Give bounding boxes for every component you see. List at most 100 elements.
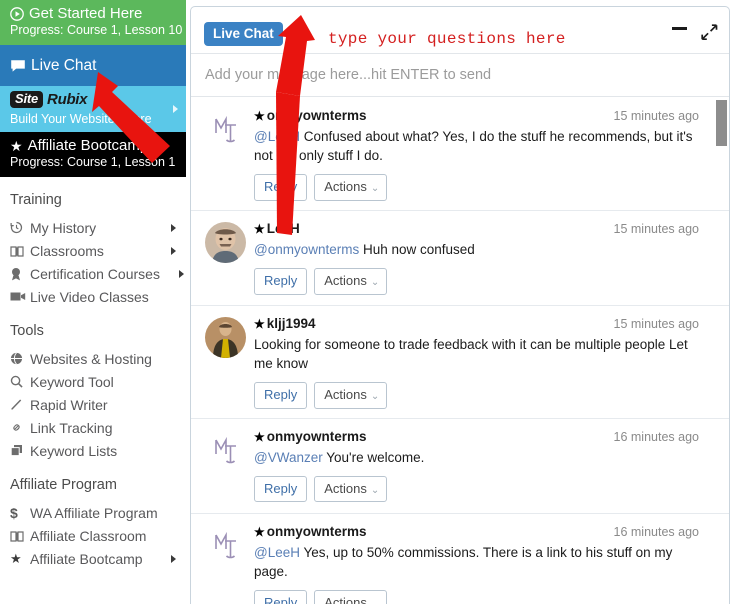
app-root: Get Started Here Progress: Course 1, Les… bbox=[0, 0, 733, 607]
chat-message-body: ★ kljj1994 15 minutes ago Looking for som… bbox=[254, 316, 699, 409]
reply-button[interactable]: Reply bbox=[254, 268, 308, 295]
pencil-icon bbox=[10, 398, 30, 411]
get-started-title: Get Started Here bbox=[29, 5, 143, 22]
annotation-note-text: type your questions here bbox=[328, 30, 566, 48]
dollar-sign-icon: $ bbox=[10, 504, 18, 521]
chat-message-text: Looking for someone to trade feedback wi… bbox=[254, 336, 688, 372]
chat-message-actions: Reply Actions⌄ bbox=[254, 475, 699, 503]
reply-button[interactable]: Reply bbox=[254, 590, 308, 604]
star-icon: ★ bbox=[254, 109, 265, 123]
chat-message-timestamp: 15 minutes ago bbox=[613, 221, 699, 236]
chevron-down-icon: ⌄ bbox=[371, 599, 379, 604]
avatar[interactable] bbox=[205, 524, 246, 566]
actions-button[interactable]: Actions⌄ bbox=[314, 475, 388, 503]
avatar[interactable] bbox=[205, 109, 246, 150]
bootcamp-progress: Progress: Course 1, Lesson 1 bbox=[10, 155, 176, 170]
sidebar-item-label: Websites & Hosting bbox=[30, 350, 152, 367]
chevron-down-icon: ⌄ bbox=[370, 391, 380, 403]
sidebar-item-wa-affiliate-program[interactable]: $ WA Affiliate Program bbox=[10, 501, 186, 524]
chat-message-body: ★ onmyownterms 15 minutes ago @LeeH Confu… bbox=[254, 108, 699, 201]
chat-message-actions: Reply Actions⌄ bbox=[254, 382, 699, 409]
chat-message-header: ★ onmyownterms 16 minutes ago bbox=[254, 524, 699, 539]
sidebar-item-keyword-lists[interactable]: Keyword Lists bbox=[10, 439, 186, 462]
avatar[interactable] bbox=[205, 429, 246, 471]
sidebar-item-affiliate-classroom[interactable]: Affiliate Classroom bbox=[10, 524, 186, 547]
nav-heading-training: Training bbox=[10, 192, 62, 208]
chat-message: ★ onmyownterms 16 minutes ago @LeeH Yes, … bbox=[191, 514, 729, 604]
star-icon: ★ bbox=[254, 524, 265, 539]
mention-link[interactable]: @onmyownterms bbox=[254, 242, 359, 257]
award-ribbon-icon bbox=[10, 267, 30, 281]
reply-button[interactable]: Reply bbox=[254, 382, 308, 409]
avatar[interactable] bbox=[205, 221, 246, 263]
expand-arrows-icon[interactable] bbox=[700, 23, 718, 41]
mention-link[interactable]: @LeeH bbox=[254, 545, 300, 560]
chat-message-header: ★ onmyownterms 16 minutes ago bbox=[254, 429, 699, 444]
siterubix-subtitle: Build Your Websites Here bbox=[10, 112, 152, 126]
sidebar-item-classrooms[interactable]: Classrooms bbox=[10, 239, 186, 262]
chevron-right-icon bbox=[179, 269, 184, 278]
open-book-icon bbox=[10, 245, 30, 257]
sidebar-item-live-video-classes[interactable]: Live Video Classes bbox=[10, 285, 186, 308]
chat-message-list[interactable]: ★ onmyownterms 15 minutes ago @LeeH Confu… bbox=[191, 98, 729, 604]
sidebar-item-label: WA Affiliate Program bbox=[30, 504, 158, 521]
chat-message-username[interactable]: ★ onmyownterms bbox=[254, 108, 367, 123]
chevron-right-icon bbox=[171, 246, 176, 255]
sidebar-item-label: Link Tracking bbox=[30, 419, 113, 436]
nav-group-training: Training My History Classrooms Certifica… bbox=[0, 192, 186, 308]
mention-link[interactable]: @VWanzer bbox=[254, 450, 323, 465]
nav-group-tools: Tools Websites & Hosting Keyword Tool Ra… bbox=[0, 323, 186, 462]
sidebar-item-affiliate-bootcamp[interactable]: ★ Affiliate Bootcamp bbox=[10, 547, 186, 570]
mention-link[interactable]: @LeeH bbox=[254, 129, 300, 144]
history-clock-icon bbox=[10, 221, 30, 234]
siterubix-logo: Site Rubix bbox=[10, 90, 176, 109]
chat-bubble-icon bbox=[10, 59, 26, 73]
sidebar-item-certification-courses[interactable]: Certification Courses bbox=[10, 262, 186, 285]
reply-button[interactable]: Reply bbox=[254, 174, 308, 201]
sidebar-item-label: Certification Courses bbox=[30, 265, 160, 282]
chat-message: ★ onmyownterms 16 minutes ago @VWanzer Yo… bbox=[191, 419, 729, 514]
sidebar-item-link-tracking[interactable]: Link Tracking bbox=[10, 416, 186, 439]
sidebar-item-label: Affiliate Classroom bbox=[30, 527, 147, 544]
chat-message-timestamp: 16 minutes ago bbox=[613, 524, 699, 539]
sidebar-item-my-history[interactable]: My History bbox=[10, 216, 186, 239]
actions-button[interactable]: Actions⌄ bbox=[314, 590, 388, 604]
chat-message-username[interactable]: ★ onmyownterms bbox=[254, 429, 367, 444]
sidebar-banner-siterubix[interactable]: Site Rubix Build Your Websites Here bbox=[0, 86, 186, 132]
link-chain-icon bbox=[10, 421, 30, 434]
chat-message-username[interactable]: ★ LeeH bbox=[254, 221, 300, 236]
chat-message-username[interactable]: ★ kljj1994 bbox=[254, 316, 316, 331]
chat-input-row[interactable] bbox=[191, 54, 729, 97]
globe-icon bbox=[10, 352, 30, 365]
sidebar-banner-get-started[interactable]: Get Started Here Progress: Course 1, Les… bbox=[0, 0, 186, 45]
chat-message-username[interactable]: ★ onmyownterms bbox=[254, 524, 367, 539]
chat-scrollbar-thumb[interactable] bbox=[716, 100, 727, 146]
live-chat-label: Live Chat bbox=[31, 56, 97, 74]
chat-message-text: @onmyownterms Huh now confused bbox=[254, 241, 475, 257]
sidebar-banner-affiliate-bootcamp[interactable]: ★ Affiliate Bootcamp Progress: Course 1,… bbox=[0, 132, 186, 177]
reply-button[interactable]: Reply bbox=[254, 475, 308, 503]
actions-button[interactable]: Actions⌄ bbox=[314, 382, 388, 409]
sidebar-item-keyword-tool[interactable]: Keyword Tool bbox=[10, 370, 186, 393]
nav-heading-affiliate-program: Affiliate Program bbox=[10, 477, 117, 493]
video-camera-icon bbox=[10, 291, 30, 302]
sidebar-item-live-chat[interactable]: Live Chat bbox=[0, 45, 186, 86]
actions-button[interactable]: Actions⌄ bbox=[314, 174, 388, 201]
star-icon: ★ bbox=[254, 316, 265, 331]
chat-message-body: ★ LeeH 15 minutes ago @onmyownterms Huh n… bbox=[254, 221, 699, 295]
chat-message-body: ★ onmyownterms 16 minutes ago @LeeH Yes, … bbox=[254, 524, 699, 604]
avatar[interactable] bbox=[205, 316, 246, 358]
chat-message-actions: Reply Actions⌄ bbox=[254, 590, 699, 604]
chat-message-input[interactable] bbox=[205, 67, 715, 83]
sidebar-item-websites-hosting[interactable]: Websites & Hosting bbox=[10, 347, 186, 370]
sidebar-item-rapid-writer[interactable]: Rapid Writer bbox=[10, 393, 186, 416]
chevron-down-icon: ⌄ bbox=[370, 183, 380, 195]
sidebar-item-label: Affiliate Bootcamp bbox=[30, 550, 143, 567]
star-icon: ★ bbox=[10, 137, 23, 154]
chat-scrollbar[interactable] bbox=[716, 100, 727, 602]
minimize-icon[interactable] bbox=[672, 27, 687, 30]
nav-heading-tools: Tools bbox=[10, 323, 44, 339]
actions-button[interactable]: Actions⌄ bbox=[314, 268, 388, 295]
chevron-down-icon: ⌄ bbox=[370, 277, 380, 289]
chat-message-text: @VWanzer You're welcome. bbox=[254, 449, 425, 465]
